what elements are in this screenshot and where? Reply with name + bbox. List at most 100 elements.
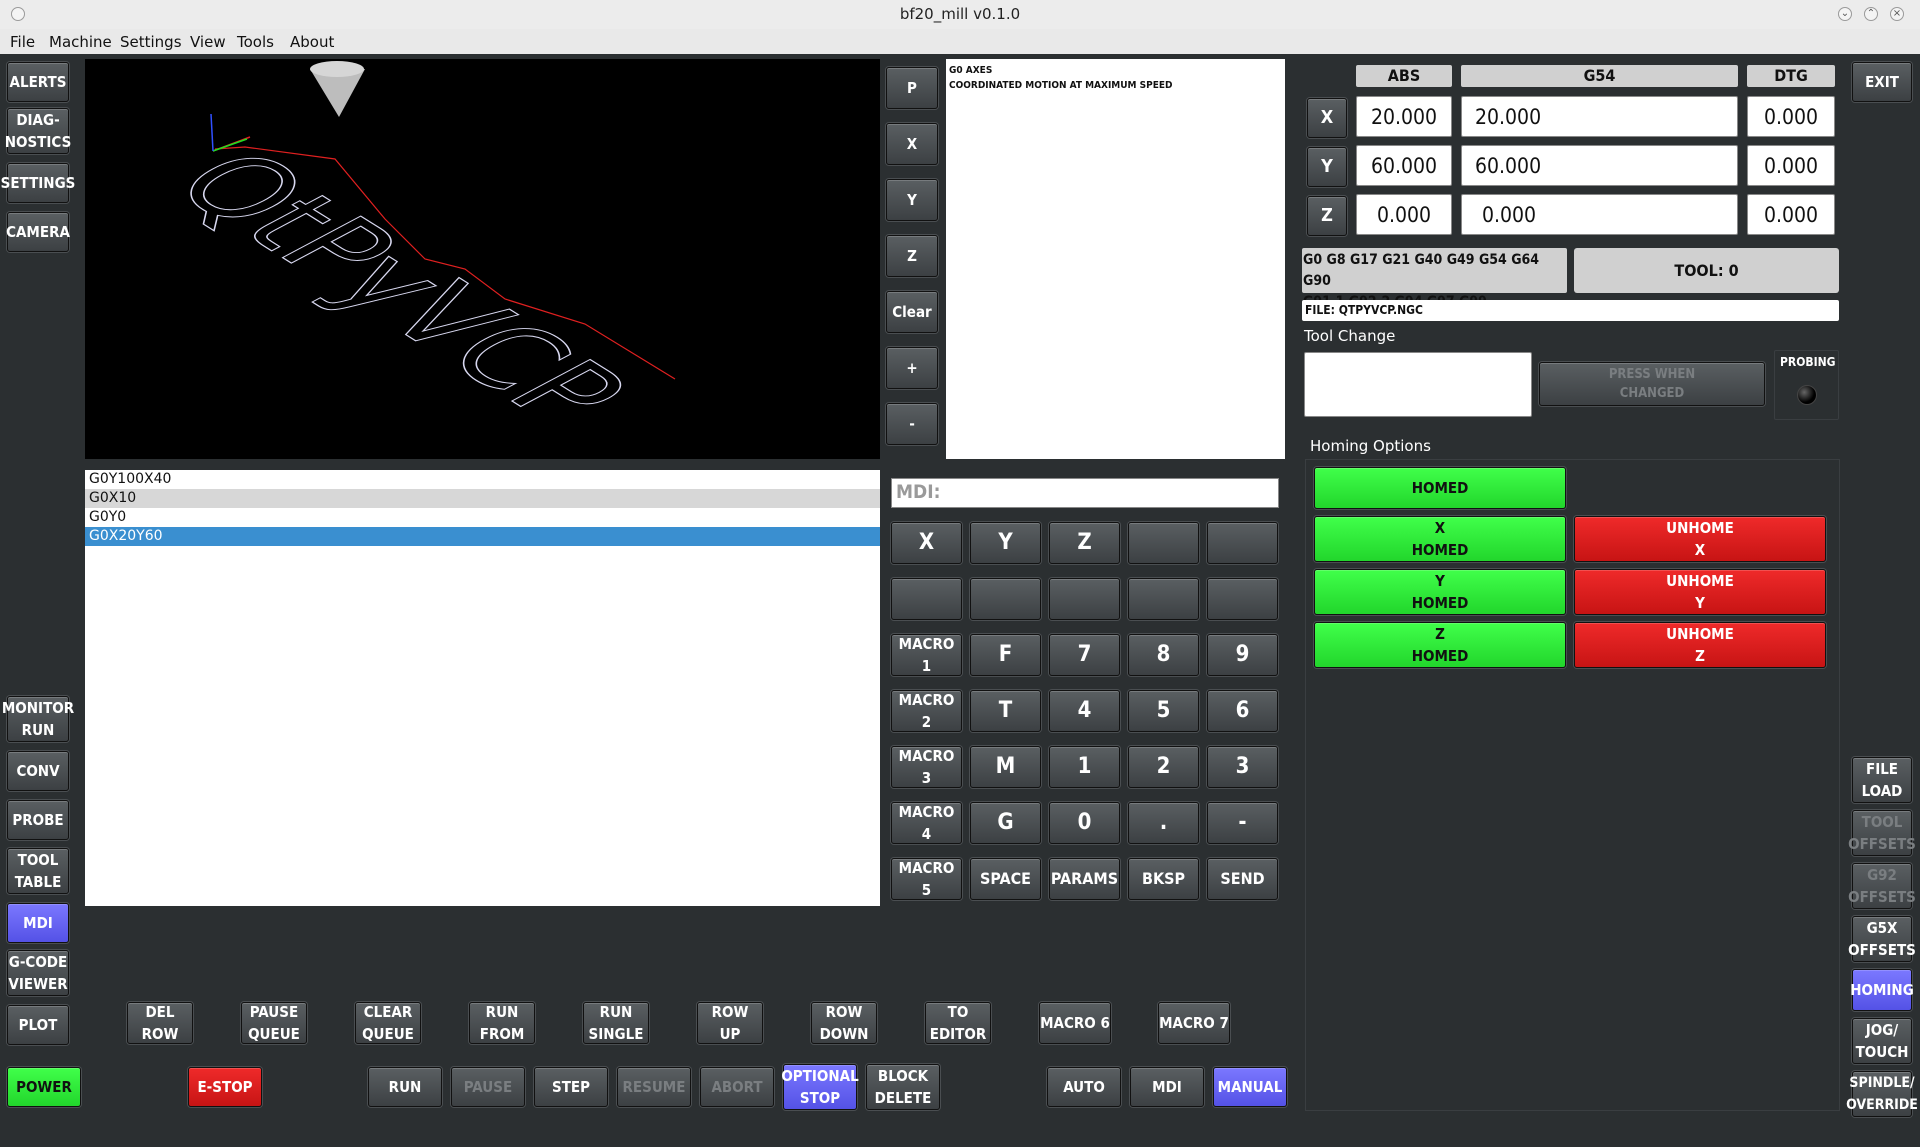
macro-5-button[interactable]: MACRO 5 (891, 858, 962, 900)
home-z-button[interactable]: Z HOMED (1314, 622, 1566, 668)
view-clear-button[interactable]: Clear (886, 291, 938, 333)
tool-offsets-button[interactable]: TOOL OFFSETS (1848, 810, 1916, 856)
row-up-button[interactable]: ROW UP (697, 1002, 763, 1044)
diagnostics-button[interactable]: DIAG- NOSTICS (5, 108, 71, 154)
menu-view[interactable]: View (190, 33, 226, 51)
settings-button[interactable]: SETTINGS (1, 163, 75, 203)
plot-button[interactable]: PLOT (7, 1005, 69, 1045)
key-blank[interactable] (1128, 522, 1199, 564)
window-menu-icon[interactable] (11, 7, 25, 21)
resume-button[interactable]: RESUME (617, 1067, 691, 1107)
pause-button[interactable]: PAUSE (451, 1067, 525, 1107)
key-backspace[interactable]: BKSP (1128, 858, 1199, 900)
view-p-button[interactable]: P (886, 67, 938, 109)
macro-2-button[interactable]: MACRO 2 (891, 690, 962, 732)
key-1[interactable]: 1 (1049, 746, 1120, 788)
key-0[interactable]: 0 (1049, 802, 1120, 844)
key-blank[interactable] (1128, 578, 1199, 620)
step-button[interactable]: STEP (534, 1067, 608, 1107)
zoom-out-button[interactable]: - (886, 403, 938, 445)
key-params[interactable]: PARAMS (1049, 858, 1120, 900)
key-8[interactable]: 8 (1128, 634, 1199, 676)
menu-machine[interactable]: Machine (49, 33, 112, 51)
camera-button[interactable]: CAMERA (6, 212, 70, 252)
optional-stop-button[interactable]: OPTIONAL STOP (781, 1064, 859, 1110)
mdi-history-list[interactable]: G0Y100X40 G0X10 G0Y0 G0X20Y60 (85, 470, 880, 906)
to-editor-button[interactable]: TO EDITOR (925, 1002, 991, 1044)
tool-changed-button[interactable]: PRESS WHEN CHANGED (1539, 362, 1765, 406)
list-item-selected[interactable]: G0X20Y60 (85, 527, 880, 546)
macro-4-button[interactable]: MACRO 4 (891, 802, 962, 844)
manual-mode-button[interactable]: MANUAL (1213, 1067, 1287, 1107)
backplot-viewer[interactable]: QtPyVCP (85, 59, 880, 459)
macro-3-button[interactable]: MACRO 3 (891, 746, 962, 788)
view-z-button[interactable]: Z (886, 235, 938, 277)
home-all-button[interactable]: HOMED (1314, 467, 1566, 509)
menu-about[interactable]: About (290, 33, 334, 51)
list-item[interactable]: G0X10 (85, 489, 880, 508)
x-g54-value[interactable]: 20.000 (1461, 96, 1738, 137)
run-from-button[interactable]: RUN FROM (469, 1002, 535, 1044)
key-x[interactable]: X (891, 522, 962, 564)
macro-7-button[interactable]: MACRO 7 (1158, 1002, 1230, 1044)
key-t[interactable]: T (970, 690, 1041, 732)
key-y[interactable]: Y (970, 522, 1041, 564)
home-x-axis-button[interactable]: X (1307, 98, 1347, 138)
key-decimal[interactable]: . (1128, 802, 1199, 844)
key-5[interactable]: 5 (1128, 690, 1199, 732)
abort-button[interactable]: ABORT (700, 1067, 774, 1107)
key-space[interactable]: SPACE (970, 858, 1041, 900)
alerts-button[interactable]: ALERTS (7, 62, 69, 102)
unhome-x-button[interactable]: UNHOME X (1574, 516, 1826, 562)
run-button[interactable]: RUN (368, 1067, 442, 1107)
jog-touch-button[interactable]: JOG/ TOUCH (1852, 1018, 1912, 1064)
list-item[interactable]: G0Y100X40 (85, 470, 880, 489)
pause-queue-button[interactable]: PAUSE QUEUE (241, 1002, 307, 1044)
key-blank[interactable] (1207, 578, 1278, 620)
view-x-button[interactable]: X (886, 123, 938, 165)
block-delete-button[interactable]: BLOCK DELETE (866, 1064, 940, 1110)
exit-button[interactable]: EXIT (1852, 62, 1912, 102)
key-3[interactable]: 3 (1207, 746, 1278, 788)
g92-offsets-button[interactable]: G92 OFFSETS (1848, 863, 1916, 909)
run-single-button[interactable]: RUN SINGLE (583, 1002, 649, 1044)
unhome-y-button[interactable]: UNHOME Y (1574, 569, 1826, 615)
list-item[interactable]: G0Y0 (85, 508, 880, 527)
menu-tools[interactable]: Tools (237, 33, 274, 51)
key-9[interactable]: 9 (1207, 634, 1278, 676)
key-z[interactable]: Z (1049, 522, 1120, 564)
home-z-axis-button[interactable]: Z (1307, 196, 1347, 236)
key-2[interactable]: 2 (1128, 746, 1199, 788)
key-m[interactable]: M (970, 746, 1041, 788)
key-4[interactable]: 4 (1049, 690, 1120, 732)
macro-6-button[interactable]: MACRO 6 (1039, 1002, 1111, 1044)
key-g[interactable]: G (970, 802, 1041, 844)
mdi-input[interactable]: MDI: (891, 478, 1279, 508)
probe-button[interactable]: PROBE (7, 800, 69, 840)
menu-file[interactable]: File (10, 33, 35, 51)
del-row-button[interactable]: DEL ROW (127, 1002, 193, 1044)
close-icon[interactable]: × (1890, 7, 1904, 21)
key-blank[interactable] (891, 578, 962, 620)
zoom-in-button[interactable]: + (886, 347, 938, 389)
power-button[interactable]: POWER (7, 1067, 81, 1107)
mdi-tab-button[interactable]: MDI (7, 903, 69, 943)
row-down-button[interactable]: ROW DOWN (811, 1002, 877, 1044)
key-blank[interactable] (1049, 578, 1120, 620)
g5x-offsets-button[interactable]: G5X OFFSETS (1848, 916, 1916, 962)
spindle-override-button[interactable]: SPINDLE/ OVERRIDE (1846, 1071, 1918, 1117)
view-y-button[interactable]: Y (886, 179, 938, 221)
auto-mode-button[interactable]: AUTO (1047, 1067, 1121, 1107)
key-f[interactable]: F (970, 634, 1041, 676)
key-6[interactable]: 6 (1207, 690, 1278, 732)
clear-queue-button[interactable]: CLEAR QUEUE (355, 1002, 421, 1044)
homing-tab-button[interactable]: HOMING (1850, 969, 1914, 1011)
estop-button[interactable]: E-STOP (188, 1067, 262, 1107)
key-blank[interactable] (1207, 522, 1278, 564)
y-g54-value[interactable]: 60.000 (1461, 145, 1738, 186)
monitor-run-button[interactable]: MONITOR RUN (2, 696, 74, 742)
home-y-button[interactable]: Y HOMED (1314, 569, 1566, 615)
mdi-mode-button[interactable]: MDI (1130, 1067, 1204, 1107)
menu-settings[interactable]: Settings (120, 33, 182, 51)
conv-button[interactable]: CONV (7, 751, 69, 791)
